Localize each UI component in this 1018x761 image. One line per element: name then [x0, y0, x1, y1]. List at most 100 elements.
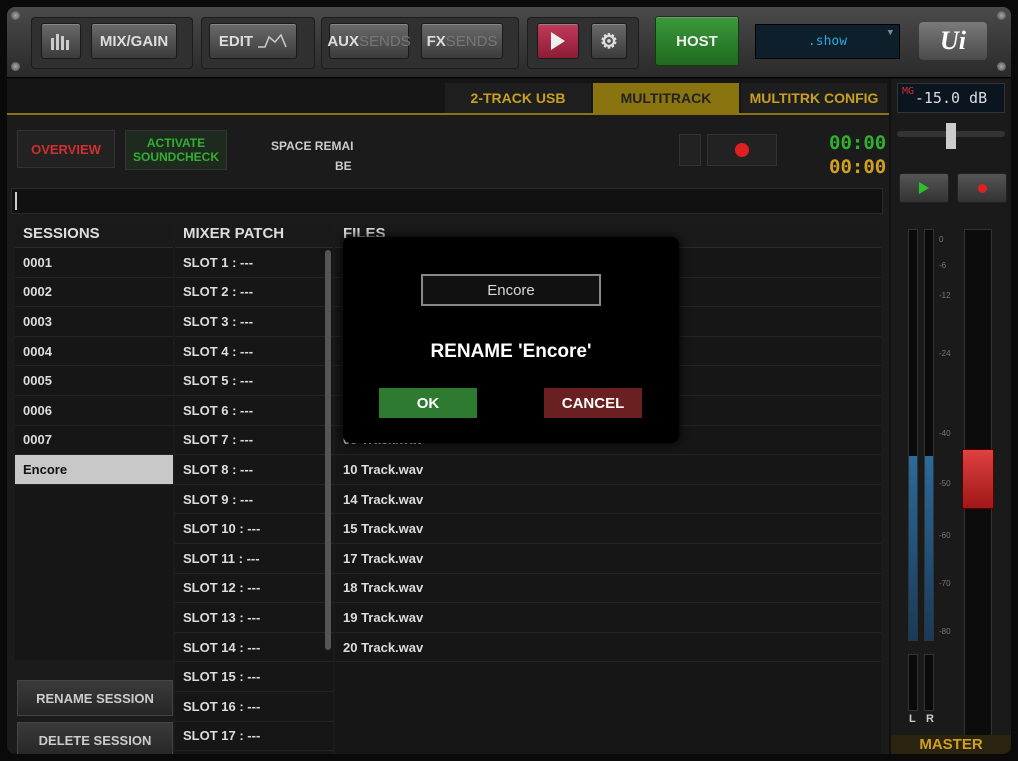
- mix-gain-button[interactable]: MIX/GAIN: [91, 23, 177, 59]
- patch-slot-row[interactable]: SLOT 2 : ---: [175, 278, 333, 308]
- patch-slot-row[interactable]: SLOT 6 : ---: [175, 396, 333, 426]
- play-button[interactable]: [537, 23, 579, 59]
- file-row[interactable]: 15 Track.wav: [335, 514, 881, 544]
- session-row[interactable]: 0001: [15, 248, 173, 278]
- aux-sends-button[interactable]: AUX SENDS: [327, 23, 411, 59]
- text-cursor: [15, 192, 17, 210]
- session-row[interactable]: 0003: [15, 307, 173, 337]
- patch-slot-row[interactable]: SLOT 5 : ---: [175, 366, 333, 396]
- session-name-field[interactable]: [11, 188, 883, 214]
- activate-soundcheck-button[interactable]: ACTIVATE SOUNDCHECK: [125, 130, 227, 170]
- patch-slot-row[interactable]: SLOT 12 : ---: [175, 574, 333, 604]
- file-row[interactable]: 20 Track.wav: [335, 633, 881, 663]
- sends-label: SENDS: [445, 32, 498, 50]
- meter-scale-mark: -40: [939, 429, 951, 438]
- session-row[interactable]: 0007: [15, 426, 173, 456]
- host-button[interactable]: HOST: [655, 16, 739, 66]
- delete-session-button[interactable]: DELETE SESSION: [17, 722, 173, 754]
- tab-bar: 2-TRACK USB MULTITRACK MULTITRK CONFIG: [7, 79, 889, 115]
- master-strip: MG -15.0 dB 0 -6 -12 -24 -40 -50 -60 -70 -80 L R…: [891, 79, 1011, 754]
- master-play-button[interactable]: [899, 173, 949, 203]
- meter-scale-mark: -70: [939, 579, 951, 588]
- meter-left: [908, 229, 918, 641]
- rename-session-button[interactable]: RENAME SESSION: [17, 680, 173, 716]
- master-gain-display[interactable]: MG -15.0 dB: [897, 83, 1005, 113]
- settings-button[interactable]: ⚙: [591, 23, 627, 59]
- patch-slot-row[interactable]: SLOT 8 : ---: [175, 455, 333, 485]
- show-selector[interactable]: .show ▼: [755, 24, 900, 59]
- meter-left-lower: [908, 654, 918, 711]
- patch-slot-row[interactable]: SLOT 9 : ---: [175, 485, 333, 515]
- screw-icon: [997, 62, 1006, 71]
- sessions-list: SESSIONS 0001 0002 0003 0004 0005 0006 0007 Enc…: [15, 220, 173, 660]
- record-button[interactable]: [707, 134, 777, 166]
- meter-scale-mark: -6: [939, 261, 947, 270]
- session-row[interactable]: 0005: [15, 366, 173, 396]
- soundcheck-label: SOUNDCHECK: [132, 150, 219, 164]
- file-row[interactable]: 14 Track.wav: [335, 485, 881, 515]
- meter-fill: [925, 455, 933, 640]
- file-row[interactable]: 17 Track.wav: [335, 544, 881, 574]
- edit-label: EDIT: [218, 32, 254, 50]
- top-toolbar: MIX/GAIN EDIT AUX SENDS FX SENDS ⚙ HOST .s…: [7, 7, 1011, 78]
- tab-multitrk-config[interactable]: MULTITRK CONFIG: [741, 83, 887, 113]
- gear-icon: ⚙: [600, 30, 618, 53]
- meter-right-lower: [924, 654, 934, 711]
- pan-slider-knob[interactable]: [946, 123, 956, 149]
- master-fader-handle[interactable]: [962, 449, 994, 509]
- sessions-header: SESSIONS: [15, 220, 173, 248]
- master-label: MASTER: [891, 735, 1011, 754]
- session-row[interactable]: 0006: [15, 396, 173, 426]
- ok-button[interactable]: OK: [379, 388, 477, 418]
- meter-scale-mark: -80: [939, 627, 951, 636]
- patch-slot-row[interactable]: SLOT 17 : ---: [175, 722, 333, 752]
- cancel-button[interactable]: CANCEL: [544, 388, 642, 418]
- patch-slot-row[interactable]: SLOT 15 : ---: [175, 662, 333, 692]
- file-row[interactable]: 18 Track.wav: [335, 574, 881, 604]
- aux-label: AUX: [327, 32, 359, 50]
- file-row[interactable]: 10 Track.wav: [335, 455, 881, 485]
- session-row[interactable]: Encore: [15, 455, 173, 485]
- mixer-patch-list: MIXER PATCH SLOT 1 : --- SLOT 2 : --- SLOT…: [175, 220, 333, 754]
- meters-icon: [51, 34, 69, 50]
- patch-slot-row[interactable]: SLOT 1 : ---: [175, 248, 333, 278]
- meters-button[interactable]: [41, 23, 81, 59]
- dialog-title: RENAME 'Encore': [430, 341, 592, 362]
- ui-logo[interactable]: Ui: [919, 22, 987, 60]
- mixer-patch-scrollbar[interactable]: [325, 250, 331, 650]
- screw-icon: [11, 11, 20, 20]
- meter-right-label: R: [926, 713, 934, 725]
- patch-slot-row[interactable]: SLOT 11 : ---: [175, 544, 333, 574]
- session-row[interactable]: 0002: [15, 278, 173, 308]
- patch-slot-row[interactable]: SLOT 3 : ---: [175, 307, 333, 337]
- meter-scale-mark: -50: [939, 479, 951, 488]
- edit-button[interactable]: EDIT: [209, 23, 297, 59]
- fx-label: FX: [426, 32, 446, 50]
- patch-slot-row[interactable]: SLOT 14 : ---: [175, 633, 333, 663]
- patch-slot-row[interactable]: SLOT 16 : ---: [175, 692, 333, 722]
- screw-icon: [11, 62, 20, 71]
- overview-button[interactable]: OVERVIEW: [17, 130, 115, 168]
- activate-label: ACTIVATE: [146, 136, 206, 150]
- meter-right: [924, 229, 934, 641]
- show-name: .show: [807, 34, 848, 49]
- session-row[interactable]: 0004: [15, 337, 173, 367]
- master-record-button[interactable]: [957, 173, 1007, 203]
- timecode-remaining: 00:00: [829, 156, 887, 178]
- patch-slot-row[interactable]: SLOT 7 : ---: [175, 426, 333, 456]
- tab-multitrack[interactable]: MULTITRACK: [593, 83, 739, 113]
- fx-sends-button[interactable]: FX SENDS: [421, 23, 503, 59]
- sends-label: SENDS: [359, 32, 411, 50]
- tab-2-track-usb[interactable]: 2-TRACK USB: [445, 83, 591, 113]
- meter-fill: [909, 455, 917, 640]
- meter-left-label: L: [909, 713, 916, 725]
- patch-slot-row[interactable]: SLOT 4 : ---: [175, 337, 333, 367]
- eq-curve-icon: [258, 33, 287, 48]
- chevron-down-icon: ▼: [887, 28, 893, 38]
- rename-input[interactable]: Encore: [421, 274, 601, 306]
- stop-button[interactable]: [679, 134, 701, 166]
- patch-slot-row[interactable]: SLOT 13 : ---: [175, 603, 333, 633]
- patch-slot-row[interactable]: SLOT 10 : ---: [175, 514, 333, 544]
- file-row[interactable]: 19 Track.wav: [335, 603, 881, 633]
- gain-value: -15.0 dB: [914, 89, 988, 107]
